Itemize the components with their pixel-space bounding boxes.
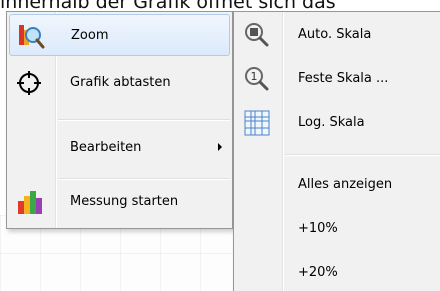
menu-item-alles-anzeigen[interactable]: Alles anzeigen bbox=[236, 164, 440, 206]
menu-item-plus-10[interactable]: +10% bbox=[236, 208, 440, 250]
zoom-chart-icon bbox=[16, 21, 46, 51]
auto-scale-icon bbox=[242, 20, 272, 50]
menu-item-label: +20% bbox=[298, 265, 338, 280]
submenu-arrow-icon bbox=[218, 143, 222, 151]
bar-chart-icon bbox=[15, 187, 45, 217]
menu-item-bearbeiten[interactable]: Bearbeiten bbox=[9, 127, 230, 169]
context-menu: Zoom Grafik abtasten Bearbeiten Messung … bbox=[6, 11, 233, 229]
crosshair-icon bbox=[15, 68, 45, 98]
svg-text:1: 1 bbox=[251, 70, 258, 83]
menu-item-label: Feste Skala ... bbox=[298, 71, 389, 86]
menu-item-grafik-abtasten[interactable]: Grafik abtasten bbox=[9, 62, 230, 104]
menu-item-label: Zoom bbox=[71, 28, 109, 43]
menu-item-label: Auto. Skala bbox=[298, 27, 372, 42]
menu-item-zoom[interactable]: Zoom bbox=[9, 14, 230, 56]
menu-item-label: +10% bbox=[298, 221, 338, 236]
menu-item-plus-20[interactable]: +20% bbox=[236, 252, 440, 291]
menu-separator bbox=[285, 154, 440, 156]
menu-separator bbox=[58, 119, 230, 121]
menu-item-label: Bearbeiten bbox=[70, 140, 142, 155]
submenu-arrow-icon bbox=[217, 31, 221, 39]
fixed-scale-icon: 1 bbox=[242, 64, 272, 94]
menu-item-label: Log. Skala bbox=[298, 115, 365, 130]
menu-item-log-skala[interactable]: Log. Skala bbox=[236, 102, 440, 144]
menu-item-feste-skala[interactable]: 1 Feste Skala ... bbox=[236, 58, 440, 100]
menu-item-auto-skala[interactable]: Auto. Skala bbox=[236, 14, 440, 56]
menu-item-messung-starten[interactable]: Messung starten bbox=[9, 181, 230, 223]
menu-separator bbox=[58, 178, 230, 180]
zoom-submenu: Auto. Skala 1 Feste Skala ... Log. Skala bbox=[233, 11, 440, 291]
menu-item-label: Messung starten bbox=[70, 194, 179, 209]
log-scale-grid-icon bbox=[242, 108, 272, 138]
menu-item-label: Grafik abtasten bbox=[70, 75, 171, 90]
menu-item-label: Alles anzeigen bbox=[298, 177, 393, 192]
